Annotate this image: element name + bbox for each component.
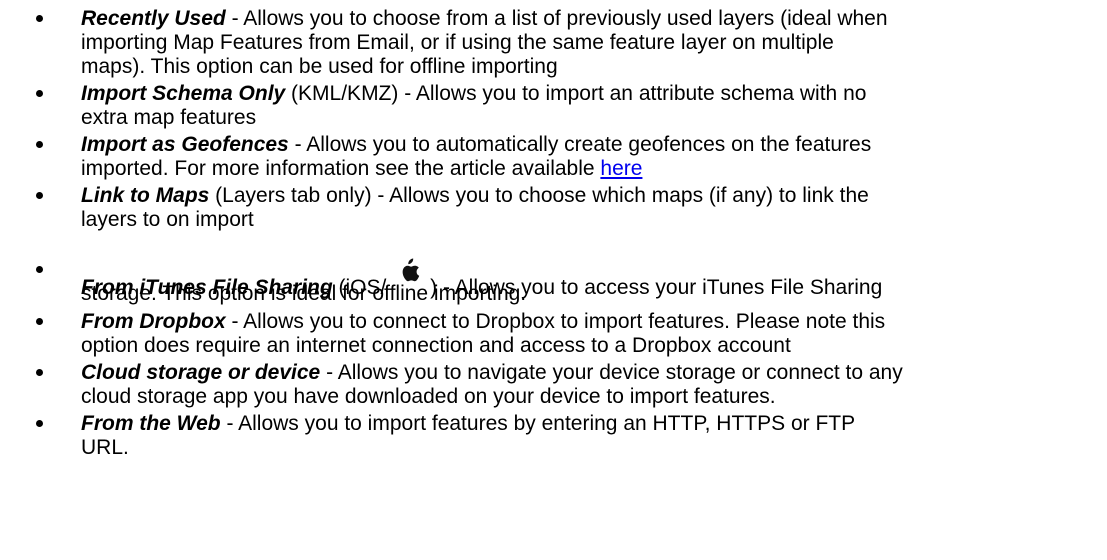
line: storage. This option is ideal for offlin… (81, 282, 526, 306)
bullet-icon (36, 15, 43, 22)
option-description: - Allows you to navigate your device sto… (320, 361, 903, 384)
option-description: (KML/KMZ) - Allows you to import an attr… (285, 82, 867, 105)
line: Recently Used - Allows you to choose fro… (81, 7, 888, 31)
option-description: - Allows you to connect to Dropbox to im… (225, 310, 886, 333)
option-term: Recently Used (81, 7, 226, 30)
option-term: Link to Maps (81, 184, 210, 207)
line: maps). This option can be used for offli… (81, 55, 558, 79)
option-description: extra map features (81, 106, 257, 129)
option-description: importing Map Features from Email, or if… (81, 31, 834, 54)
option-term: From Dropbox (81, 310, 226, 333)
document-body: Recently Used - Allows you to choose fro… (0, 0, 1107, 560)
line: URL. (81, 436, 129, 460)
bullet-icon (36, 266, 43, 273)
option-description: storage. This option is ideal for offlin… (81, 282, 527, 305)
line: extra map features (81, 106, 256, 130)
bullet-icon (36, 192, 43, 199)
line: Import Schema Only (KML/KMZ) - Allows yo… (81, 82, 866, 106)
line: imported. For more information see the a… (81, 157, 642, 181)
line: cloud storage app you have downloaded on… (81, 385, 776, 409)
bullet-icon (36, 318, 43, 325)
option-description: imported. For more information see the a… (81, 157, 601, 180)
option-description: - Allows you to import features by enter… (220, 412, 856, 435)
line: option does require an internet connecti… (81, 334, 791, 358)
bullet-icon (36, 141, 43, 148)
bullet-icon (36, 90, 43, 97)
option-description: cloud storage app you have downloaded on… (81, 385, 776, 408)
option-description: option does require an internet connecti… (81, 334, 791, 357)
line: Link to Maps (Layers tab only) - Allows … (81, 184, 869, 208)
option-term: Import Schema Only (81, 82, 286, 105)
bullet-icon (36, 369, 43, 376)
option-description: URL. (81, 436, 129, 459)
line: Import as Geofences - Allows you to auto… (81, 133, 871, 157)
apple-logo-icon (402, 258, 420, 282)
option-description: maps). This option can be used for offli… (81, 55, 558, 78)
line: importing Map Features from Email, or if… (81, 31, 834, 55)
option-term: Cloud storage or device (81, 361, 321, 384)
option-description: (Layers tab only) - Allows you to choose… (209, 184, 869, 207)
line: From Dropbox - Allows you to connect to … (81, 310, 885, 334)
bullet-icon (36, 420, 43, 427)
option-description: layers to on import (81, 208, 254, 231)
geofences-article-link[interactable]: here (600, 157, 642, 180)
option-term: Import as Geofences (81, 133, 289, 156)
line: From the Web - Allows you to import feat… (81, 412, 855, 436)
line: layers to on import (81, 208, 254, 232)
option-description: - Allows you to automatically create geo… (288, 133, 872, 156)
option-term: From the Web (81, 412, 221, 435)
line: Cloud storage or device - Allows you to … (81, 361, 903, 385)
option-description: - Allows you to choose from a list of pr… (225, 7, 888, 30)
